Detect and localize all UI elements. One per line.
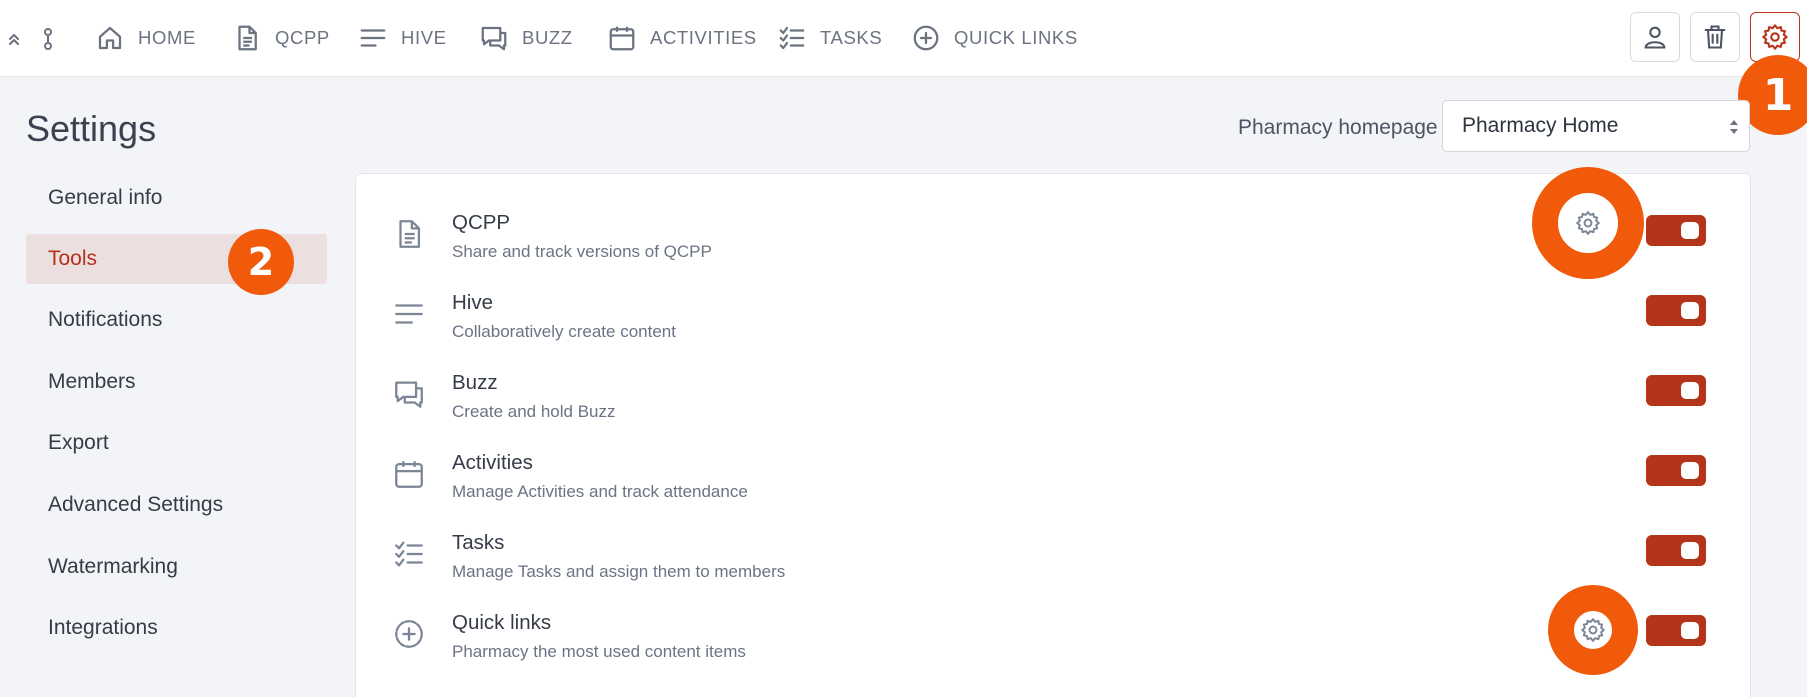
tool-description: Pharmacy the most used content items <box>452 642 746 661</box>
lines-icon <box>360 29 386 47</box>
nav-buzz[interactable]: BUZZ <box>479 20 573 56</box>
tool-settings-button[interactable] <box>1532 167 1644 279</box>
profile-button[interactable] <box>1630 12 1680 62</box>
chat-icon <box>392 377 426 411</box>
tool-toggle[interactable] <box>1646 535 1706 566</box>
chat-icon <box>481 26 507 51</box>
tool-title: Quick links <box>452 611 552 634</box>
collapse-chevron-icon[interactable] <box>4 24 24 54</box>
sidebar-item-advanced-settings[interactable]: Advanced Settings <box>26 480 327 530</box>
tool-description: Manage Tasks and assign them to members <box>452 562 786 581</box>
tools-card: QCPP Share and track versions of QCPP Hi… <box>355 167 1752 697</box>
tool-title: Hive <box>452 291 494 314</box>
lines-icon <box>392 297 426 331</box>
plus-circle-icon <box>913 25 939 51</box>
document-icon <box>238 25 257 51</box>
tool-description: Create and hold Buzz <box>452 402 616 421</box>
home-icon <box>98 26 122 50</box>
sidebar-item-general-info[interactable]: General info <box>26 173 327 223</box>
nav-home[interactable]: HOME <box>95 20 196 56</box>
nav-activities-label: ACTIVITIES <box>650 27 757 48</box>
toggle-knob <box>1681 382 1699 399</box>
trash-icon <box>1704 25 1726 49</box>
tool-row-qcpp: QCPP Share and track versions of QCPP <box>356 167 1752 281</box>
nav-qcpp-label: QCPP <box>275 27 330 48</box>
nav-tasks-label: TASKS <box>820 27 883 48</box>
homepage-select[interactable]: Pharmacy Home <box>1442 100 1750 152</box>
tool-toggle[interactable] <box>1646 215 1706 246</box>
sidebar-item-export[interactable]: Export <box>26 418 327 468</box>
nav-home-label: HOME <box>138 27 196 48</box>
calendar-icon <box>392 457 426 491</box>
select-arrows-icon <box>1730 120 1738 134</box>
sidebar-item-watermarking[interactable]: Watermarking <box>26 542 327 592</box>
tool-toggle[interactable] <box>1646 295 1706 326</box>
tool-toggle[interactable] <box>1646 375 1706 406</box>
user-icon <box>1644 26 1666 49</box>
checklist-icon <box>392 537 426 571</box>
nav-hive[interactable]: HIVE <box>358 20 447 56</box>
sidebar-item-notifications[interactable]: Notifications <box>26 295 327 345</box>
document-icon <box>392 217 426 251</box>
tool-toggle[interactable] <box>1646 615 1706 646</box>
gear-icon <box>1576 211 1600 235</box>
callout-badge-2: 2 <box>228 229 294 295</box>
gear-icon <box>1581 618 1605 642</box>
tool-toggle[interactable] <box>1646 455 1706 486</box>
tool-row-buzz: Buzz Create and hold Buzz <box>356 361 1752 441</box>
trash-button[interactable] <box>1690 12 1740 62</box>
nav-qcpp[interactable]: QCPP <box>232 20 330 56</box>
tool-row-hive: Hive Collaboratively create content <box>356 281 1752 361</box>
tool-description: Share and track versions of QCPP <box>452 242 712 261</box>
tool-row-activities: Activities Manage Activities and track a… <box>356 441 1752 521</box>
gear-icon <box>1762 24 1788 50</box>
nav-hive-label: HIVE <box>401 27 447 48</box>
tool-title: Activities <box>452 451 533 474</box>
toggle-knob <box>1681 622 1699 639</box>
nav-quick-links[interactable]: QUICK LINKS <box>911 20 1078 56</box>
checklist-icon <box>779 26 805 50</box>
tool-description: Manage Activities and track attendance <box>452 482 748 501</box>
homepage-select-value: Pharmacy Home <box>1462 114 1619 137</box>
tool-row-quick-links: Quick links Pharmacy the most used conte… <box>356 585 1752 681</box>
sidebar-item-members[interactable]: Members <box>26 357 327 407</box>
homepage-label: Pharmacy homepage <box>1238 116 1438 139</box>
toggle-knob <box>1681 542 1699 559</box>
tool-settings-button[interactable] <box>1548 585 1638 675</box>
plus-circle-icon <box>392 617 426 651</box>
tool-row-tasks: Tasks Manage Tasks and assign them to me… <box>356 521 1752 601</box>
nav-buzz-label: BUZZ <box>522 27 573 48</box>
tool-title: Buzz <box>452 371 498 394</box>
drag-handle-icon[interactable] <box>38 24 58 54</box>
toggle-knob <box>1681 462 1699 479</box>
toggle-knob <box>1681 302 1699 319</box>
page-title: Settings <box>26 108 157 149</box>
calendar-icon <box>609 26 635 51</box>
tool-description: Collaboratively create content <box>452 322 676 341</box>
top-navigation-bar: HOME QCPP HIVE BUZZ ACTIVITIES TASKS QUI… <box>0 0 1807 77</box>
tool-title: Tasks <box>452 531 505 554</box>
nav-quick-links-label: QUICK LINKS <box>954 27 1078 48</box>
tool-title: QCPP <box>452 211 511 234</box>
sidebar-item-integrations[interactable]: Integrations <box>26 603 327 653</box>
nav-activities[interactable]: ACTIVITIES <box>607 20 757 56</box>
toggle-knob <box>1681 222 1699 239</box>
nav-tasks[interactable]: TASKS <box>777 20 882 56</box>
